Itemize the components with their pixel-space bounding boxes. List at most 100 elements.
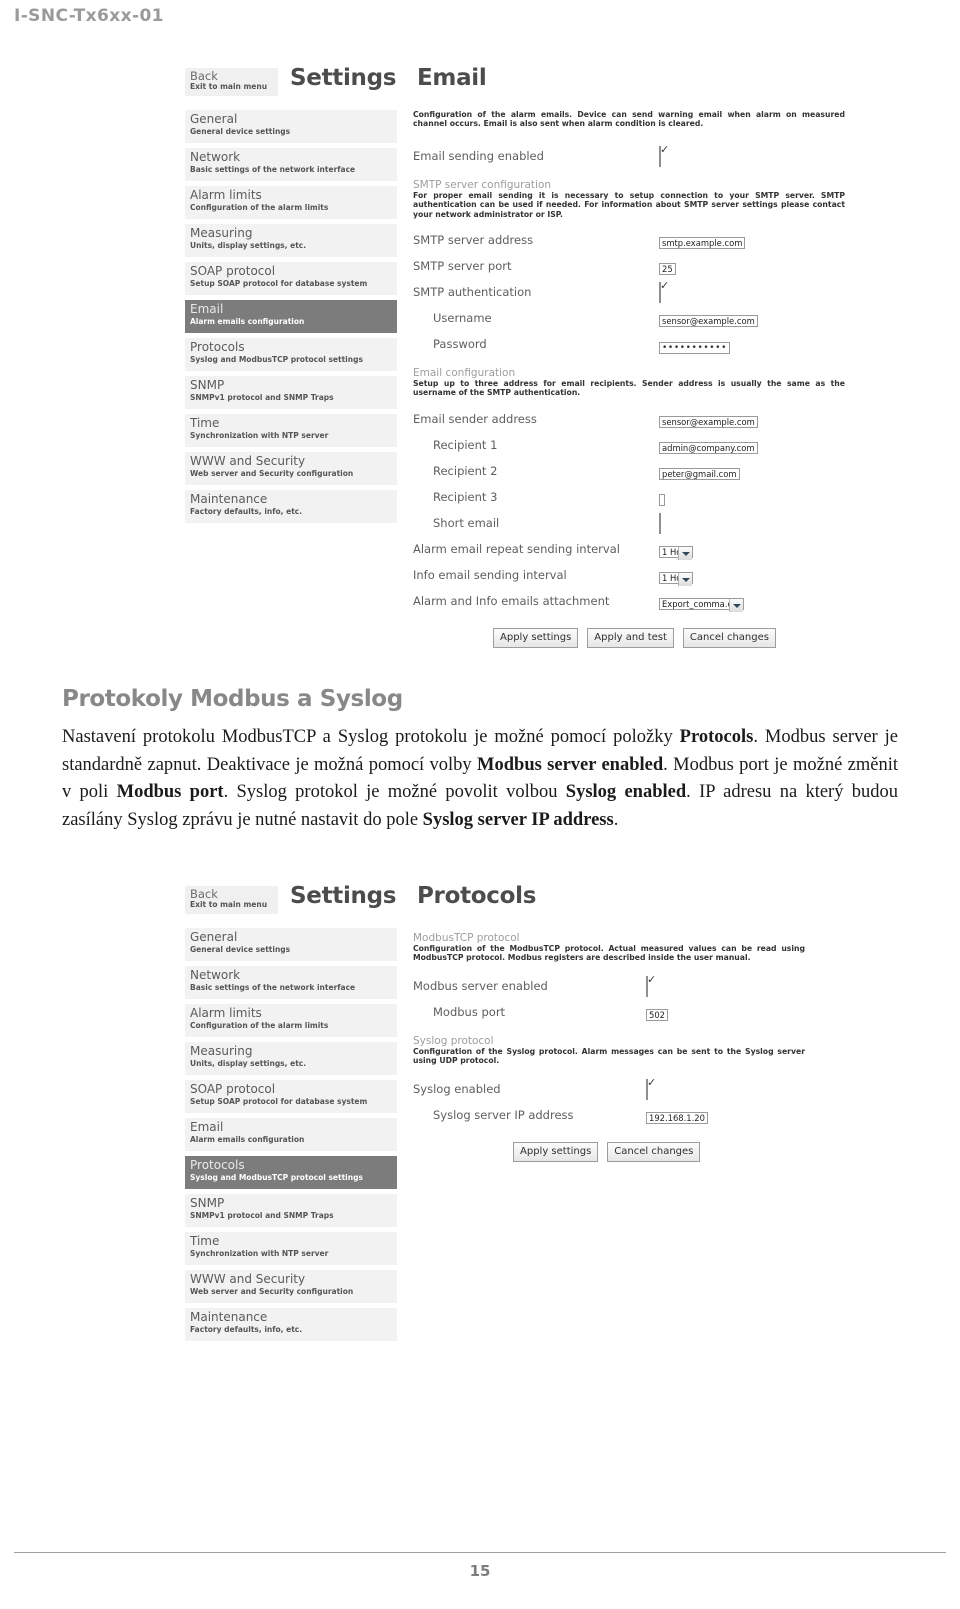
sidebar-item-email[interactable]: Email Alarm emails configuration xyxy=(185,300,397,333)
field-control[interactable]: 1 Hour xyxy=(659,566,694,586)
field-control[interactable]: admin@company.com xyxy=(659,436,758,455)
field-control[interactable]: ••••••••••• xyxy=(659,335,730,355)
sidebar-item-measuring[interactable]: Measuring Units, display settings, etc. xyxy=(185,1042,397,1075)
sidebar-item-snmp[interactable]: SNMP SNMPv1 protocol and SNMP Traps xyxy=(185,376,397,409)
prose-section: Protokoly Modbus a Syslog Nastavení prot… xyxy=(62,686,898,834)
sidebar-item-label: Protocols xyxy=(190,340,245,354)
field-recipient-3[interactable]: Recipient 3 xyxy=(413,484,845,510)
field-modbus-server-enabled[interactable]: Modbus server enabled xyxy=(413,973,805,999)
checkbox-short-email[interactable] xyxy=(659,512,661,534)
input-recipient-2[interactable]: peter@gmail.com xyxy=(659,467,740,480)
input-recipient-3[interactable] xyxy=(659,493,665,506)
field-control[interactable] xyxy=(646,975,648,997)
field-label: Alarm email repeat sending interval xyxy=(413,541,620,556)
field-smtp-server-address[interactable]: SMTP server address smtp.example.com xyxy=(413,227,845,253)
cancel-changes-button[interactable]: Cancel changes xyxy=(682,627,776,648)
sidebar-item-label: Measuring xyxy=(190,1044,253,1058)
sidebar-item-maintenance[interactable]: Maintenance Factory defaults, info, etc. xyxy=(185,490,397,523)
sidebar-item-measuring[interactable]: Measuring Units, display settings, etc. xyxy=(185,224,397,257)
field-control[interactable]: Export_comma.csv xyxy=(659,592,745,612)
select-alarm-repeat-interval[interactable]: 1 Hour xyxy=(659,545,694,560)
back-button[interactable]: Back Exit to main menu xyxy=(185,68,278,96)
sidebar-item-description: Alarm emails configuration xyxy=(190,317,305,326)
input-username[interactable]: sensor@example.com xyxy=(659,315,758,328)
field-emails-attachment[interactable]: Alarm and Info emails attachment Export_… xyxy=(413,588,845,614)
sidebar-item-description: General device settings xyxy=(190,945,291,954)
input-modbus-port[interactable]: 502 xyxy=(646,1008,668,1021)
sidebar-item-soap-protocol[interactable]: SOAP protocol Setup SOAP protocol for dat… xyxy=(185,1080,397,1113)
field-email-sender-address[interactable]: Email sender address sensor@example.com xyxy=(413,406,845,432)
field-control[interactable] xyxy=(646,1078,648,1100)
select-emails-attachment[interactable]: Export_comma.csv xyxy=(659,597,745,612)
field-smtp-authentication[interactable]: SMTP authentication xyxy=(413,279,845,305)
cancel-changes-button[interactable]: Cancel changes xyxy=(607,1141,701,1162)
field-control[interactable]: 25 xyxy=(659,257,676,276)
checkbox-syslog-enabled[interactable] xyxy=(646,1078,648,1100)
field-password[interactable]: Password ••••••••••• xyxy=(413,331,845,357)
field-control[interactable] xyxy=(659,282,661,304)
field-control[interactable]: smtp.example.com xyxy=(659,231,746,250)
chevron-down-icon[interactable] xyxy=(678,546,693,560)
sidebar-item-network[interactable]: Network Basic settings of the network int… xyxy=(185,148,397,181)
sidebar-item-network[interactable]: Network Basic settings of the network int… xyxy=(185,966,397,999)
field-short-email[interactable]: Short email xyxy=(413,510,845,536)
apply-settings-button[interactable]: Apply settings xyxy=(493,627,579,648)
field-smtp-server-port[interactable]: SMTP server port 25 xyxy=(413,253,845,279)
field-control[interactable] xyxy=(659,512,661,534)
field-control[interactable]: peter@gmail.com xyxy=(659,462,740,481)
field-recipient-1[interactable]: Recipient 1 admin@company.com xyxy=(413,432,845,458)
field-control[interactable]: 192.168.1.20 xyxy=(646,1106,708,1125)
apply-settings-button[interactable]: Apply settings xyxy=(513,1141,599,1162)
sidebar: General General device settings Network Bas… xyxy=(185,110,397,528)
field-alarm-repeat-interval[interactable]: Alarm email repeat sending interval 1 Ho… xyxy=(413,536,845,562)
input-smtp-server-port[interactable]: 25 xyxy=(659,263,676,276)
section-heading: Protokoly Modbus a Syslog xyxy=(62,686,403,712)
field-email-sending-enabled[interactable]: Email sending enabled xyxy=(413,143,845,169)
field-info-email-interval[interactable]: Info email sending interval 1 Hour xyxy=(413,562,845,588)
sidebar-item-snmp[interactable]: SNMP SNMPv1 protocol and SNMP Traps xyxy=(185,1194,397,1227)
input-recipient-1[interactable]: admin@company.com xyxy=(659,441,758,454)
sidebar-item-alarm-limits[interactable]: Alarm limits Configuration of the alarm l… xyxy=(185,186,397,219)
chevron-down-icon[interactable] xyxy=(729,598,744,612)
group-description: Configuration of the ModbusTCP protocol.… xyxy=(413,944,805,963)
sidebar-item-protocols[interactable]: Protocols Syslog and ModbusTCP protocol s… xyxy=(185,1156,397,1189)
sidebar-item-time[interactable]: Time Synchronization with NTP server xyxy=(185,1232,397,1265)
field-control[interactable] xyxy=(659,145,661,167)
sidebar-item-time[interactable]: Time Synchronization with NTP server xyxy=(185,414,397,447)
field-modbus-port[interactable]: Modbus port 502 xyxy=(413,999,805,1025)
field-control[interactable]: 1 Hour xyxy=(659,540,694,560)
checkbox-modbus-server-enabled[interactable] xyxy=(646,975,648,997)
group-description: Setup up to three address for email reci… xyxy=(413,379,845,398)
sidebar-item-general[interactable]: General General device settings xyxy=(185,928,397,961)
sidebar-item-general[interactable]: General General device settings xyxy=(185,110,397,143)
field-control[interactable]: sensor@example.com xyxy=(659,309,758,328)
checkbox-smtp-authentication[interactable] xyxy=(659,282,661,304)
app-topbar: Back Exit to main menu Settings Protocol… xyxy=(185,880,805,924)
back-button[interactable]: Back Exit to main menu xyxy=(185,886,278,914)
field-syslog-enabled[interactable]: Syslog enabled xyxy=(413,1076,805,1102)
sidebar-item-alarm-limits[interactable]: Alarm limits Configuration of the alarm l… xyxy=(185,1004,397,1037)
sidebar-item-www-and-security[interactable]: WWW and Security Web server and Security … xyxy=(185,452,397,485)
sidebar-item-www-and-security[interactable]: WWW and Security Web server and Security … xyxy=(185,1270,397,1303)
field-syslog-server-ip[interactable]: Syslog server IP address 192.168.1.20 xyxy=(413,1102,805,1128)
sidebar-item-soap-protocol[interactable]: SOAP protocol Setup SOAP protocol for dat… xyxy=(185,262,397,295)
input-password[interactable]: ••••••••••• xyxy=(659,342,730,355)
sidebar-item-email[interactable]: Email Alarm emails configuration xyxy=(185,1118,397,1151)
sidebar-item-protocols[interactable]: Protocols Syslog and ModbusTCP protocol s… xyxy=(185,338,397,371)
checkbox-email-sending-enabled[interactable] xyxy=(659,145,661,167)
field-control[interactable] xyxy=(659,488,665,507)
field-username[interactable]: Username sensor@example.com xyxy=(413,305,845,331)
sidebar-item-description: Setup SOAP protocol for database system xyxy=(190,1097,368,1106)
field-control[interactable]: sensor@example.com xyxy=(659,410,758,429)
input-smtp-server-address[interactable]: smtp.example.com xyxy=(659,237,746,250)
input-email-sender-address[interactable]: sensor@example.com xyxy=(659,415,758,428)
input-syslog-server-ip[interactable]: 192.168.1.20 xyxy=(646,1111,708,1124)
field-recipient-2[interactable]: Recipient 2 peter@gmail.com xyxy=(413,458,845,484)
chevron-down-icon[interactable] xyxy=(678,572,693,586)
field-label: Syslog enabled xyxy=(413,1081,501,1096)
select-info-email-interval[interactable]: 1 Hour xyxy=(659,571,694,586)
apply-and-test-button[interactable]: Apply and test xyxy=(587,627,674,648)
sidebar-item-maintenance[interactable]: Maintenance Factory defaults, info, etc. xyxy=(185,1308,397,1341)
field-control[interactable]: 502 xyxy=(646,1003,668,1022)
sidebar-item-description: Configuration of the alarm limits xyxy=(190,203,329,212)
